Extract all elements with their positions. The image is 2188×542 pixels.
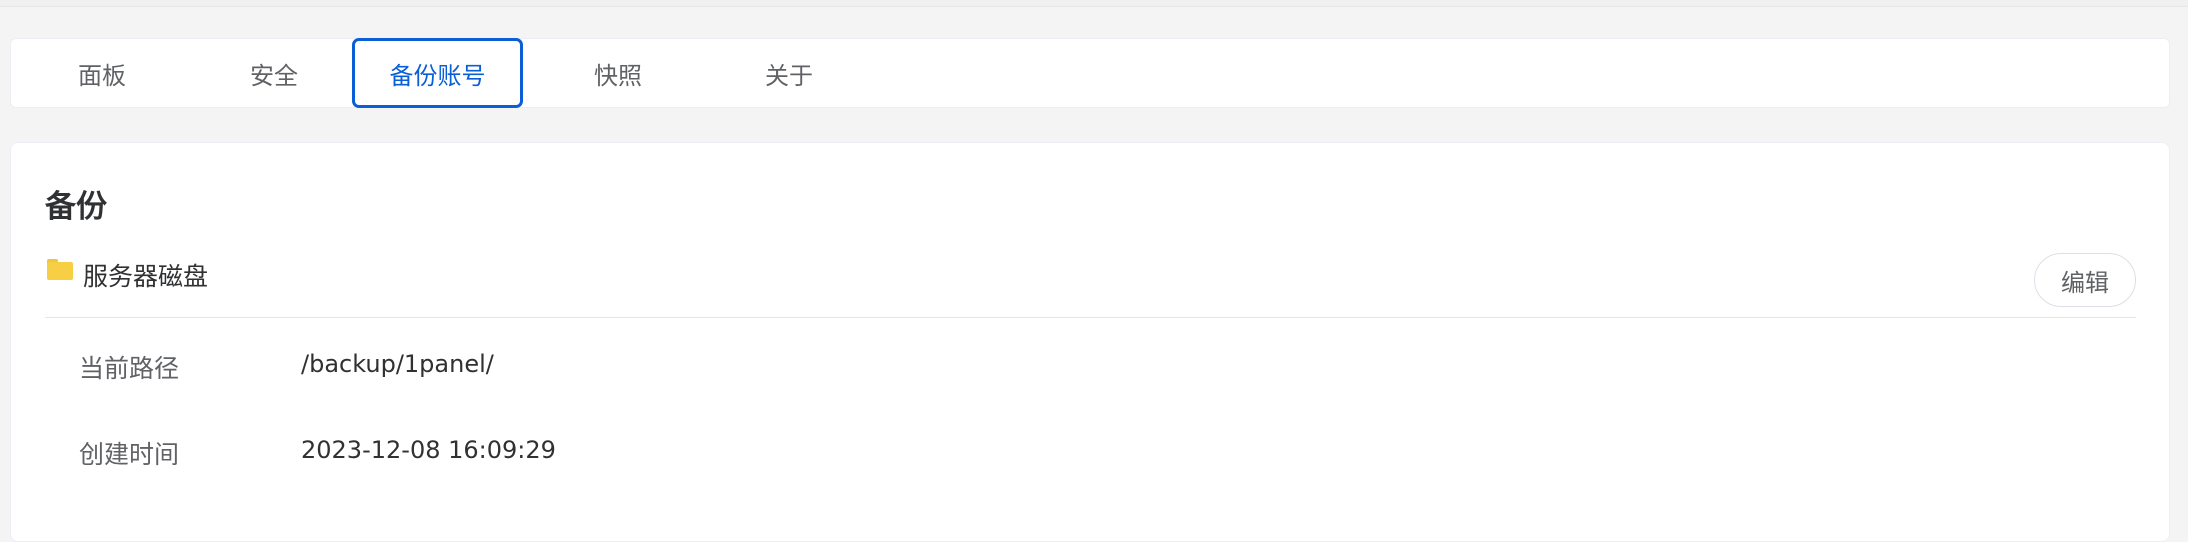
tab-snapshot[interactable]: 快照 [543,39,693,107]
settings-tab-bar: 面板 安全 备份账号 快照 关于 [10,38,2170,108]
backup-storage-name: 服务器磁盘 [83,262,209,291]
tab-panel[interactable]: 面板 [27,39,177,107]
current-path-label: 当前路径 [79,354,180,383]
backup-card: 备份 服务器磁盘 编辑 当前路径 /backup/1panel/ 创建时间 20… [10,142,2170,542]
edit-button[interactable]: 编辑 [2034,253,2136,307]
divider [45,317,2136,318]
tab-about[interactable]: 关于 [714,39,864,107]
created-time-value: 2023-12-08 16:09:29 [301,436,556,464]
created-time-label: 创建时间 [79,440,180,469]
top-border [0,0,2188,7]
current-path-value: /backup/1panel/ [301,350,494,378]
folder-icon [47,259,73,280]
tab-backup-account[interactable]: 备份账号 [352,38,523,108]
section-title: 备份 [45,189,107,225]
tab-security[interactable]: 安全 [199,39,349,107]
